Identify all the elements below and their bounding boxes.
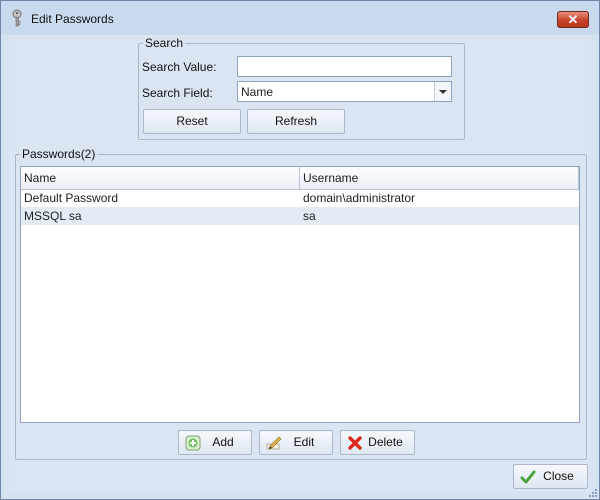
search-field-select[interactable]: Name <box>237 81 452 102</box>
key-icon <box>12 9 22 27</box>
row-username-cell: domain\administrator <box>303 191 416 205</box>
table-row[interactable]: Default Password domain\administrator <box>21 189 579 207</box>
search-value-input[interactable] <box>237 56 452 77</box>
refresh-button[interactable]: Refresh <box>247 109 345 134</box>
reset-button[interactable]: Reset <box>143 109 241 134</box>
column-header-name[interactable]: Name <box>21 167 300 189</box>
chevron-down-icon[interactable] <box>434 82 451 101</box>
edit-button[interactable]: Edit <box>259 430 333 455</box>
window-close-button[interactable]: ✕ <box>557 11 589 28</box>
close-button-label: Close <box>543 469 574 483</box>
search-field-label: Search Field: <box>142 86 213 100</box>
edit-button-label: Edit <box>293 435 315 449</box>
edit-passwords-window: Edit Passwords ✕ Search Search Value: Se… <box>0 0 600 500</box>
close-button[interactable]: Close <box>513 464 588 489</box>
column-header-username[interactable]: Username <box>300 167 579 189</box>
window-title: Edit Passwords <box>31 12 114 26</box>
passwords-group-legend: Passwords(2) <box>22 147 96 161</box>
resize-grip-icon[interactable] <box>588 488 598 498</box>
delete-button-label: Delete <box>368 435 403 449</box>
row-name-cell: MSSQL sa <box>24 209 82 223</box>
table-row[interactable]: MSSQL sa sa <box>21 207 579 225</box>
search-value-label: Search Value: <box>142 60 217 74</box>
table-header: Name Username <box>21 167 579 190</box>
add-button-label: Add <box>212 435 234 449</box>
search-field-selected-value: Name <box>241 85 274 99</box>
title-bar: Edit Passwords ✕ <box>1 1 599 35</box>
delete-button[interactable]: Delete <box>340 430 415 455</box>
reset-button-label: Reset <box>176 114 208 128</box>
row-name-cell: Default Password <box>24 191 119 205</box>
search-group-legend: Search <box>145 36 184 50</box>
add-button[interactable]: Add <box>178 430 252 455</box>
row-username-cell: sa <box>303 209 316 223</box>
refresh-button-label: Refresh <box>274 114 318 128</box>
passwords-table: Name Username Default Password domain\ad… <box>20 166 580 423</box>
